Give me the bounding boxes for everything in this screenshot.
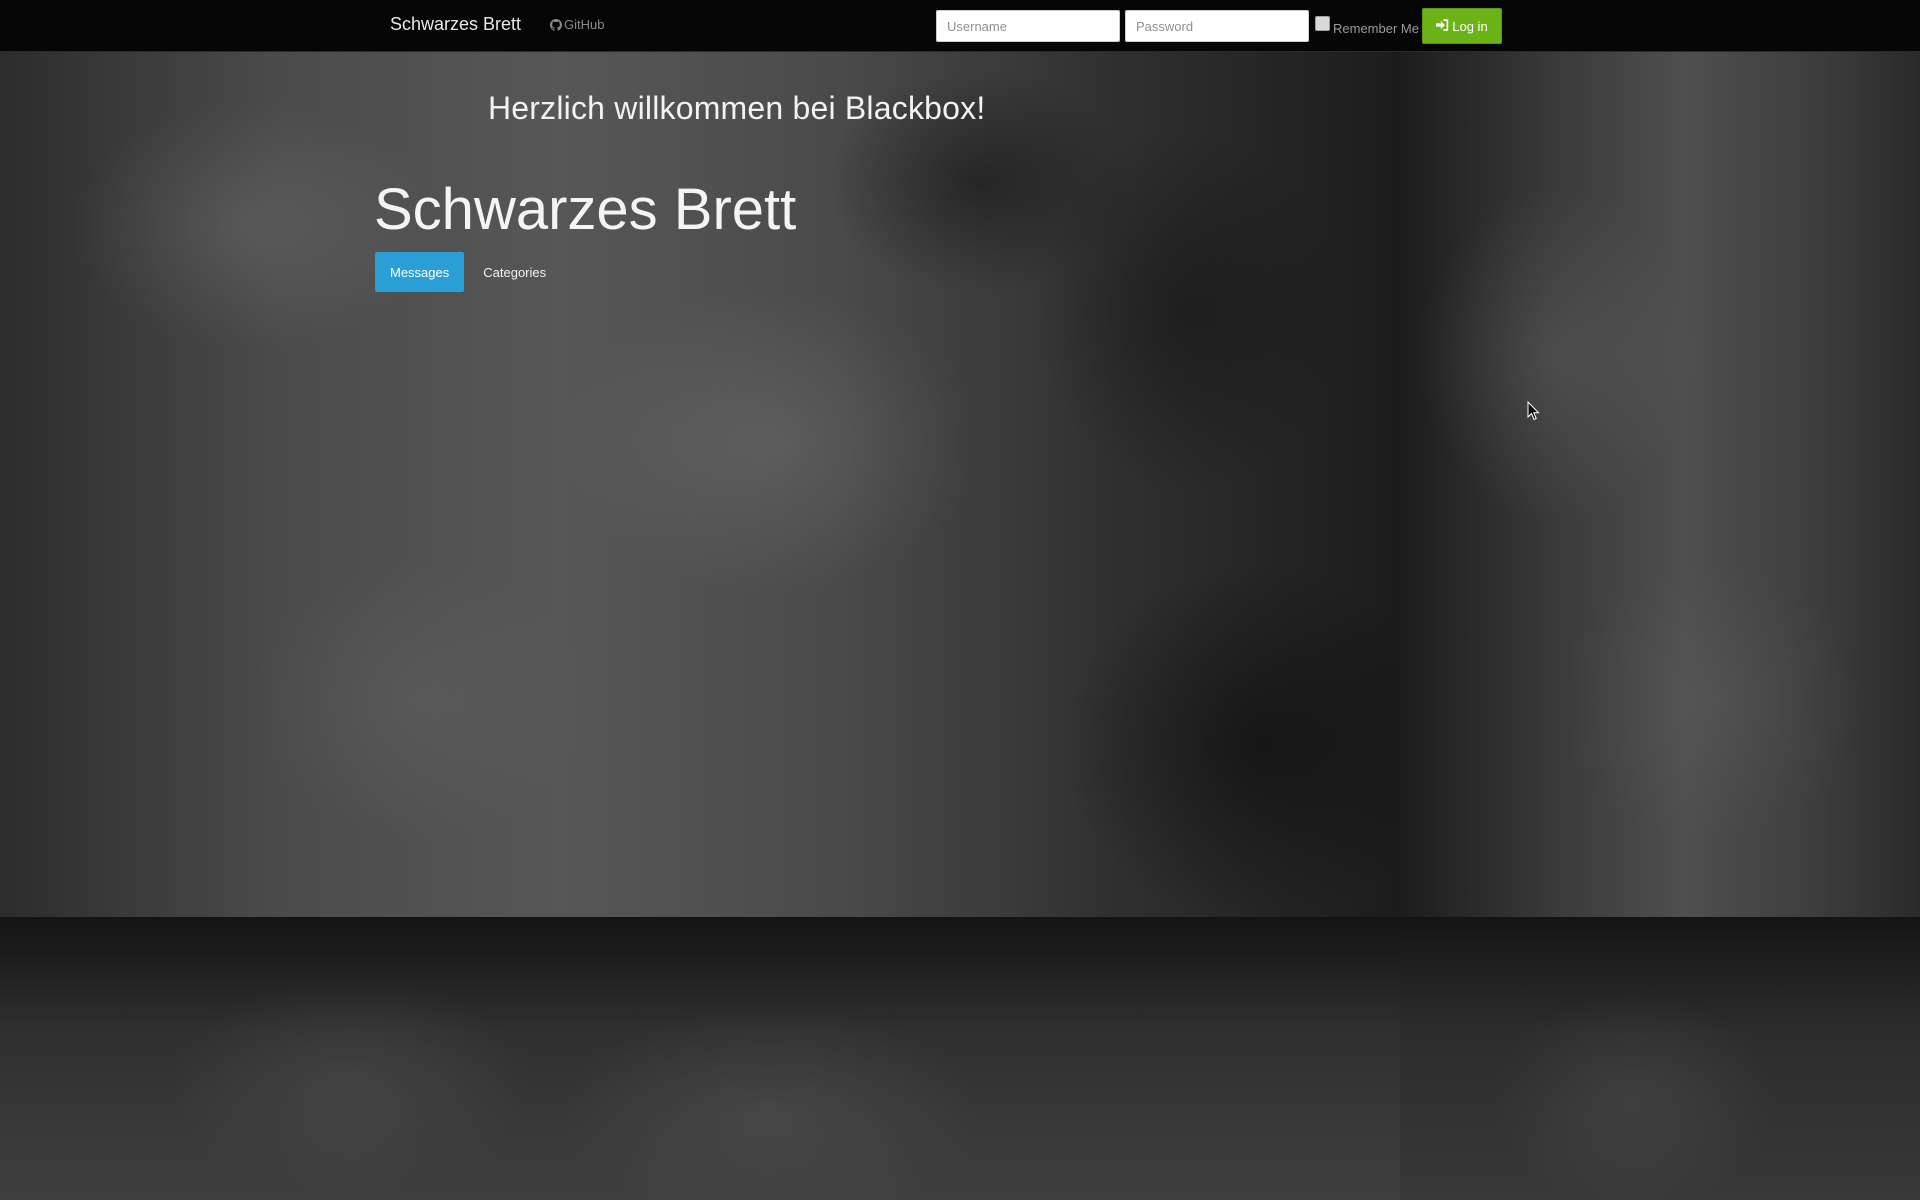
remember-me: Remember Me (1315, 15, 1419, 36)
password-input[interactable] (1125, 10, 1309, 42)
github-icon (550, 18, 562, 31)
page-title: Schwarzes Brett (374, 177, 797, 242)
chalkboard-background (0, 0, 1920, 1200)
chalkboard-tile (0, 917, 1400, 1200)
sign-in-icon (1436, 18, 1449, 34)
tab-messages[interactable]: Messages (375, 252, 465, 292)
github-label: GitHub (564, 17, 605, 32)
brand-link[interactable]: Schwarzes Brett (390, 14, 521, 35)
remember-me-label: Remember Me (1333, 20, 1419, 36)
login-form: Remember Me Log in (936, 8, 1502, 44)
login-label: Log in (1452, 18, 1488, 34)
chalkboard-tile (1400, 917, 1920, 1200)
welcome-heading: Herzlich willkommen bei Blackbox! (488, 90, 986, 126)
github-link[interactable]: GitHub (550, 17, 604, 32)
chalkboard-tile (1400, 52, 1920, 917)
mouse-cursor-icon (1527, 400, 1541, 426)
top-navbar: Schwarzes Brett GitHub Remember Me Log i… (0, 0, 1920, 52)
login-button[interactable]: Log in (1421, 8, 1502, 44)
tab-categories[interactable]: Categories (468, 252, 561, 292)
username-input[interactable] (936, 10, 1120, 42)
remember-me-checkbox[interactable] (1315, 15, 1330, 31)
tab-bar: Messages Categories (375, 252, 561, 292)
